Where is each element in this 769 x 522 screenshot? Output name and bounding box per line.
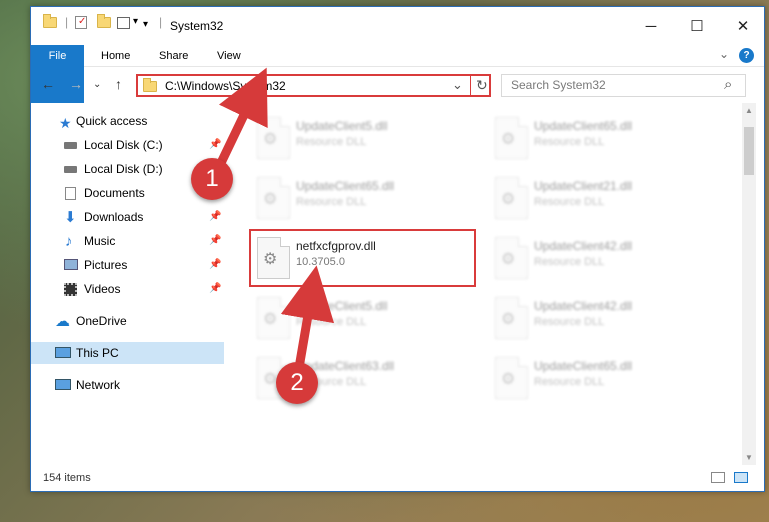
step-marker-2: 2 xyxy=(276,362,318,404)
annotation-arrows xyxy=(215,67,335,367)
step-marker-1: 1 xyxy=(191,158,233,200)
arrow-1 xyxy=(215,67,268,170)
arrow-2 xyxy=(280,265,335,367)
